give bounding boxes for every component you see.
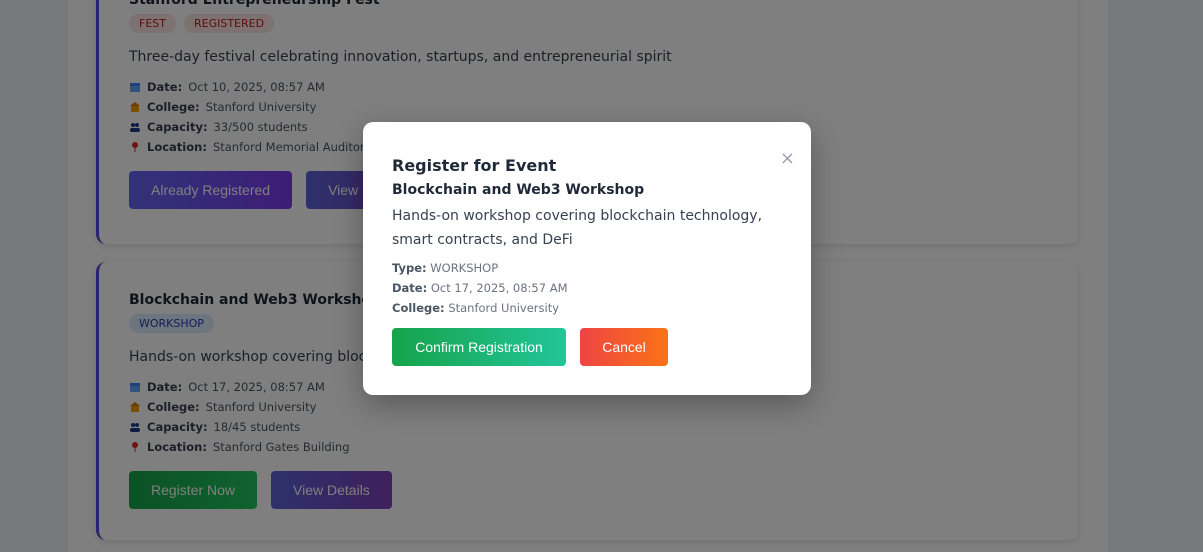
confirm-registration-button[interactable]: Confirm Registration bbox=[392, 328, 566, 366]
modal-title: Register for Event bbox=[392, 156, 557, 175]
modal-type: Type: WORKSHOP bbox=[392, 261, 499, 275]
register-modal: × Register for Event Blockchain and Web3… bbox=[363, 122, 811, 395]
modal-description: Hands-on workshop covering blockchain te… bbox=[392, 208, 763, 248]
modal-actions: Confirm Registration Cancel bbox=[392, 328, 668, 366]
close-icon[interactable]: × bbox=[780, 150, 795, 168]
modal-college: College: Stanford University bbox=[392, 301, 560, 315]
cancel-button[interactable]: Cancel bbox=[580, 328, 668, 366]
modal-date: Date: Oct 17, 2025, 08:57 AM bbox=[392, 281, 568, 295]
modal-event-name: Blockchain and Web3 Workshop bbox=[392, 182, 645, 198]
modal-meta: Type: WORKSHOP Date: Oct 17, 2025, 08:57… bbox=[392, 258, 568, 318]
